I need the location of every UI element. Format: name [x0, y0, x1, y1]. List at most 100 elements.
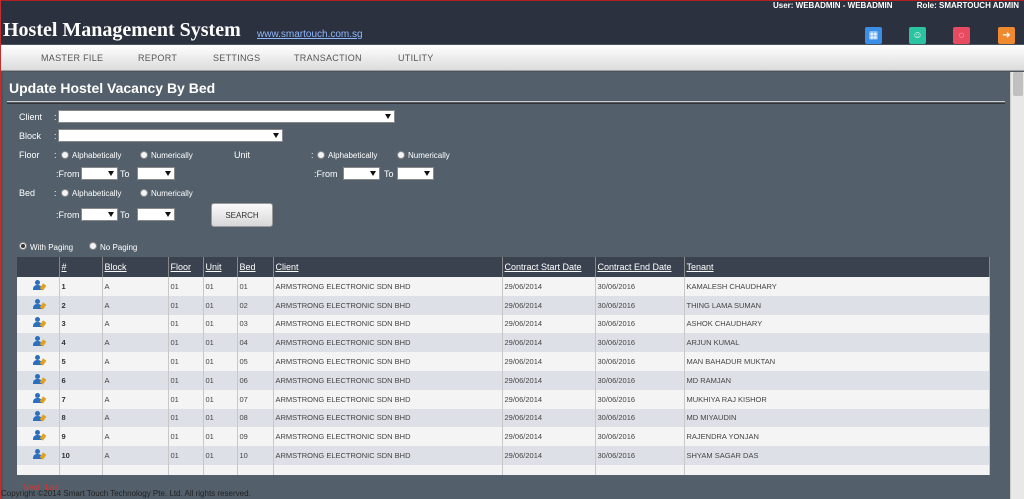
contract-end-cell: 30/06/2016 [595, 408, 685, 428]
bed-cell: 04 [237, 333, 274, 353]
unit-numeric-radio[interactable] [397, 151, 405, 159]
menu-master-file[interactable]: MASTER FILE [41, 53, 103, 63]
action-cell [17, 408, 60, 428]
unit-from-label: :From [314, 169, 338, 179]
colon: : [311, 150, 314, 160]
calendar-icon[interactable]: ▦ [865, 27, 882, 44]
contract-start-cell: 29/06/2014 [502, 314, 596, 334]
client-cell: ARMSTRONG ELECTRONIC SDN BHD [273, 295, 503, 315]
column-header-unit[interactable]: Unit [203, 257, 238, 277]
contract-end-cell: 30/06/2016 [595, 277, 685, 296]
table-row: 8 A 01 01 08 ARMSTRONG ELECTRONIC SDN BHD 29/0… [17, 408, 990, 428]
bed-from-label: :From [56, 210, 80, 220]
table-body: 1 A 01 01 01 ARMSTRONG ELECTRONIC SDN BHD 29/0… [17, 277, 990, 475]
action-cell [17, 427, 60, 447]
unit-alpha-radio[interactable] [317, 151, 325, 159]
floor-numeric-label: Numerically [151, 151, 193, 160]
floor-cell: 01 [168, 352, 204, 371]
website-link[interactable]: www.smartouch.com.sg [257, 29, 363, 40]
app-title: Hostel Management System [3, 19, 241, 41]
block-label: Block [19, 131, 42, 141]
client-cell: ARMSTRONG ELECTRONIC SDN BHD [273, 446, 503, 465]
floor-to-select[interactable] [137, 167, 175, 180]
menu-report[interactable]: REPORT [138, 53, 177, 63]
chevron-down-icon [370, 171, 376, 176]
bed-to-select[interactable] [137, 208, 175, 221]
main-menu: MASTER FILE REPORT SETTINGS TRANSACTION … [1, 45, 1024, 71]
client-cell: ARMSTRONG ELECTRONIC SDN BHD [273, 408, 503, 428]
floor-label: Floor [19, 150, 40, 160]
menu-settings[interactable]: SETTINGS [213, 53, 260, 63]
logout-icon[interactable]: ➜ [998, 27, 1015, 44]
action-cell [17, 314, 60, 334]
table-row: 6 A 01 01 06 ARMSTRONG ELECTRONIC SDN BHD 29/0… [17, 370, 990, 390]
block-select[interactable] [58, 129, 283, 142]
row-number: 7 [59, 389, 103, 409]
edit-user-icon[interactable] [33, 336, 47, 347]
edit-user-icon[interactable] [33, 317, 47, 329]
column-header-client[interactable]: Client [273, 257, 503, 277]
column-header-floor[interactable]: Floor [168, 257, 204, 277]
edit-user-icon[interactable] [33, 279, 47, 291]
floor-alpha-radio[interactable] [61, 151, 69, 159]
action-cell [17, 333, 60, 353]
empty-cell [203, 464, 238, 475]
tenant-cell: MD RAMJAN [684, 370, 990, 390]
floor-numeric-radio[interactable] [140, 151, 148, 159]
empty-cell [595, 464, 685, 475]
client-cell: ARMSTRONG ELECTRONIC SDN BHD [273, 352, 503, 371]
bed-alpha-radio[interactable] [61, 189, 69, 197]
column-header-contract-start[interactable]: Contract Start Date [502, 257, 596, 277]
column-header-contract-end[interactable]: Contract End Date [595, 257, 685, 277]
column-header-tenant[interactable]: Tenant [684, 257, 990, 277]
unit-cell: 01 [203, 314, 238, 334]
search-button[interactable]: SEARCH [211, 203, 273, 227]
tenant-cell: KAMALESH CHAUDHARY [684, 277, 990, 296]
menu-transaction[interactable]: TRANSACTION [294, 53, 362, 63]
client-select[interactable] [58, 110, 395, 123]
action-cell [17, 446, 60, 465]
scroll-thumb[interactable] [1013, 72, 1023, 96]
edit-user-icon[interactable] [33, 430, 47, 441]
edit-user-icon[interactable] [33, 298, 47, 310]
block-cell: A [102, 389, 169, 409]
unit-cell: 01 [203, 277, 238, 296]
chevron-down-icon [165, 212, 171, 217]
unit-from-select[interactable] [343, 167, 380, 180]
colon: : [54, 131, 57, 141]
column-header-bed[interactable]: Bed [237, 257, 274, 277]
menu-utility[interactable]: UTILITY [398, 53, 434, 63]
floor-cell: 01 [168, 314, 204, 334]
edit-user-icon[interactable] [33, 373, 47, 385]
unit-cell: 01 [203, 446, 238, 465]
floor-from-select[interactable] [81, 167, 118, 180]
unit-cell: 01 [203, 408, 238, 428]
table-row: 2 A 01 01 02 ARMSTRONG ELECTRONIC SDN BHD 29/0… [17, 295, 990, 315]
floor-cell: 01 [168, 277, 204, 296]
unit-cell: 01 [203, 370, 238, 390]
with-paging-radio[interactable] [19, 242, 27, 250]
edit-user-icon[interactable] [33, 449, 47, 460]
role-label: Role: SMARTOUCH ADMIN [916, 1, 1019, 10]
table-row: 9 A 01 01 09 ARMSTRONG ELECTRONIC SDN BHD 29/0… [17, 427, 990, 447]
empty-cell [684, 464, 990, 475]
client-cell: ARMSTRONG ELECTRONIC SDN BHD [273, 427, 503, 447]
bed-cell: 01 [237, 277, 274, 296]
bed-from-select[interactable] [81, 208, 118, 221]
vertical-scrollbar[interactable] [1010, 72, 1024, 499]
bed-numeric-radio[interactable] [140, 189, 148, 197]
row-number: 6 [59, 370, 103, 390]
edit-user-icon[interactable] [33, 411, 47, 423]
tenant-cell: ARJUN KUMAL [684, 333, 990, 353]
column-header-block[interactable]: Block [102, 257, 169, 277]
chat-icon[interactable]: ◌ [953, 27, 970, 44]
edit-user-icon[interactable] [33, 355, 47, 366]
unit-cell: 01 [203, 352, 238, 371]
no-paging-radio[interactable] [89, 242, 97, 250]
unit-to-select[interactable] [397, 167, 434, 180]
table-row: 1 A 01 01 01 ARMSTRONG ELECTRONIC SDN BHD 29/0… [17, 277, 990, 296]
colon: : [54, 150, 57, 160]
user-icon[interactable]: ☺ [909, 27, 926, 44]
edit-user-icon[interactable] [33, 392, 47, 404]
chevron-down-icon [385, 114, 391, 119]
